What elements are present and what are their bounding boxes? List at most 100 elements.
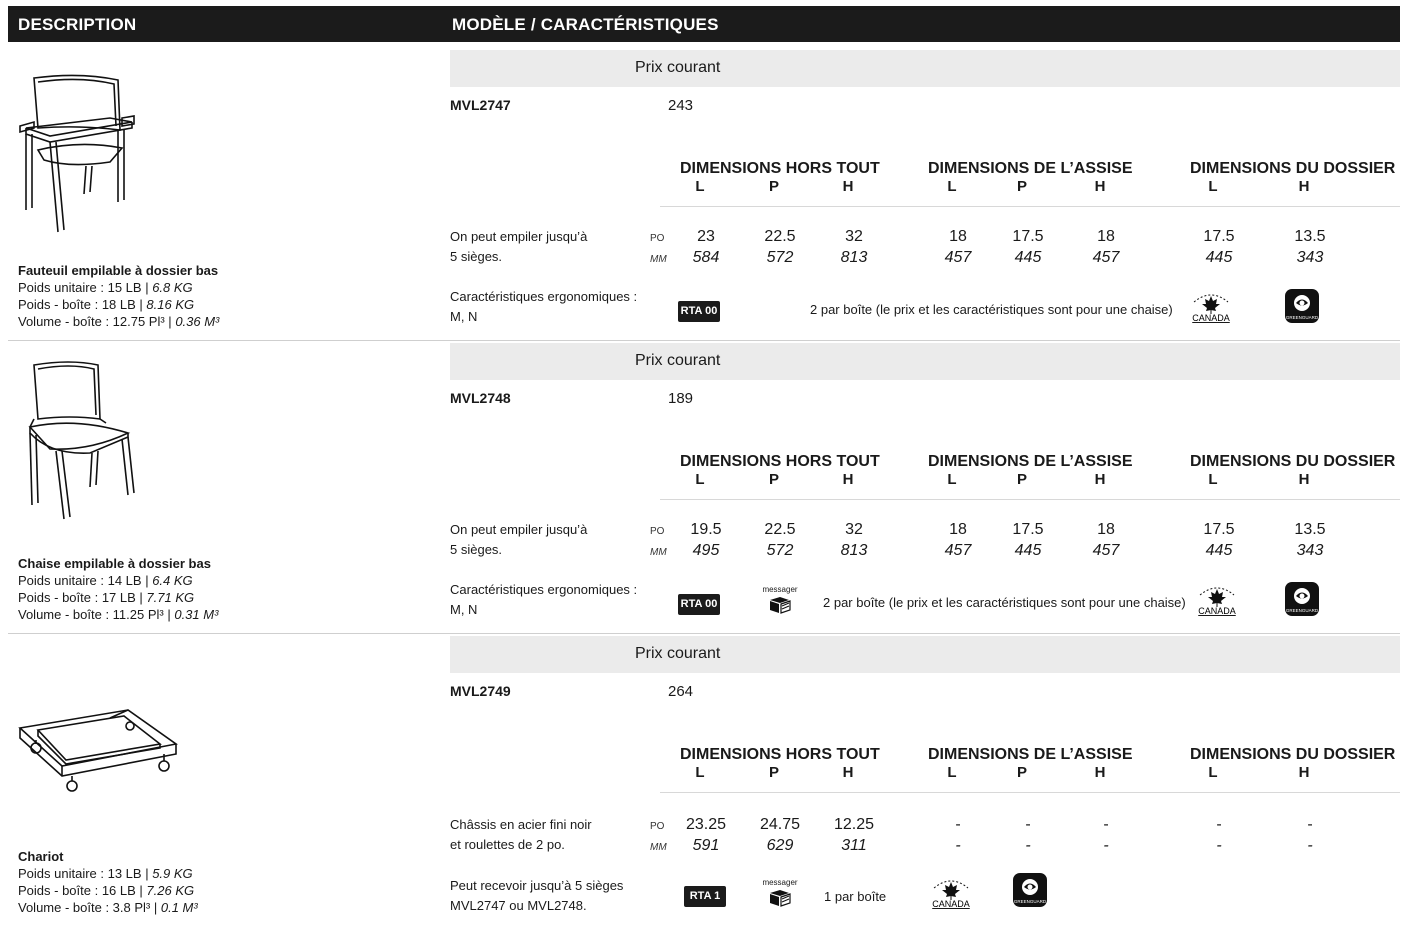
dim-value: 18 457	[1076, 519, 1136, 561]
price-header: Prix courant	[450, 636, 1400, 673]
units-label: PO MM	[650, 521, 667, 563]
capacity-line-2: MVL2747 ou MVL2748.	[450, 898, 587, 913]
po-value: -	[955, 816, 961, 833]
note-line-2: 5 sièges.	[450, 249, 503, 264]
mm-value: 813	[840, 542, 868, 559]
product-name: Chaise empilable à dossier bas	[18, 556, 211, 571]
group-seat: DIMENSIONS DE L’ASSISE	[928, 746, 1133, 763]
armchair-image	[19, 74, 135, 233]
unit-mm: MM	[650, 254, 667, 265]
mm-value: 445	[1014, 249, 1042, 266]
ergonomic-note: Caractéristiques ergonomiques : M, N	[450, 287, 637, 327]
col-h: H	[1298, 471, 1310, 488]
po-value: 13.5	[1294, 228, 1326, 245]
ergo-line-2: M, N	[450, 602, 478, 617]
mm-value: 457	[944, 249, 972, 266]
dim-value: 18 457	[1076, 226, 1136, 268]
dim-value: 32 813	[824, 519, 884, 561]
group-back: DIMENSIONS DU DOSSIER	[1190, 746, 1396, 763]
messenger-shipping: messager	[760, 878, 800, 909]
mm-value: 813	[840, 249, 868, 266]
canada-text: CANADA	[1198, 606, 1236, 616]
dim-value: --	[1076, 814, 1136, 856]
dim-value: 13.5 343	[1280, 226, 1340, 268]
po-value: 17.5	[1012, 521, 1044, 538]
mm-value: 445	[1205, 542, 1233, 559]
greenguard-text: GREENGUARD	[1014, 899, 1047, 904]
box-note: 2 par boîte (le prix et les caractéristi…	[810, 302, 1173, 317]
made-in-canada-icon: CANADA	[1198, 587, 1236, 616]
col-p: P	[1016, 178, 1027, 195]
po-value: 18	[1097, 521, 1115, 538]
unit-mm: MM	[650, 842, 667, 853]
unit-mm: MM	[650, 547, 667, 558]
dim-value: 17.5 445	[1189, 519, 1249, 561]
group-overall: DIMENSIONS HORS TOUT	[680, 160, 880, 177]
ergo-line-2: M, N	[450, 309, 478, 324]
capacity-line-1: Peut recevoir jusqu’à 5 sièges	[450, 878, 624, 893]
model-number: MVL2749	[450, 683, 511, 699]
col-h: H	[1094, 764, 1106, 781]
rta-badge: RTA 00	[678, 594, 720, 615]
box-weight: Poids - boîte : 18 LB |	[18, 297, 143, 312]
mm-value: 343	[1296, 542, 1324, 559]
dim-value: --	[928, 814, 988, 856]
price-label: Prix courant	[635, 352, 721, 369]
mm-value: 457	[1092, 249, 1120, 266]
po-value: 18	[949, 228, 967, 245]
po-value: 23	[697, 228, 715, 245]
dim-value: 23 584	[676, 226, 736, 268]
mm-value: 629	[766, 837, 794, 854]
po-value: 18	[949, 521, 967, 538]
box-volume: Volume - boîte : 3.8 Pl³ |	[18, 900, 158, 915]
dim-value: 24.75 629	[750, 814, 810, 856]
col-h: H	[1298, 764, 1310, 781]
header-bar: DESCRIPTION MODÈLE / CARACTÉRISTIQUES	[8, 6, 1400, 42]
mm-value: 572	[766, 542, 794, 559]
po-value: 32	[845, 521, 863, 538]
divider-line	[660, 499, 1400, 500]
product-name: Fauteuil empilable à dossier bas	[18, 263, 219, 278]
section-divider	[8, 633, 1400, 634]
group-back: DIMENSIONS DU DOSSIER	[1190, 160, 1396, 177]
col-l: L	[1208, 764, 1218, 781]
box-volume-m: 0.1 M³	[160, 900, 198, 915]
unit-weight: Poids unitaire : 14 LB |	[18, 573, 149, 588]
box-note: 1 par boîte	[824, 889, 887, 904]
capacity-note: Peut recevoir jusqu’à 5 sièges MVL2747 o…	[450, 876, 623, 916]
section-divider	[8, 340, 1400, 341]
greenguard-icon: GREENGUARD	[1285, 289, 1319, 323]
units-label: PO MM	[650, 228, 667, 270]
made-in-canada-icon: CANADA	[932, 880, 970, 909]
group-back: DIMENSIONS DU DOSSIER	[1190, 453, 1396, 470]
col-l: L	[947, 178, 957, 195]
po-value: 18	[1097, 228, 1115, 245]
col-l: L	[695, 764, 705, 781]
box-icon	[770, 597, 791, 614]
greenguard-text: GREENGUARD	[1286, 608, 1319, 613]
canada-text: CANADA	[932, 899, 970, 909]
unit-weight-kg: 6.4 KG	[152, 573, 193, 588]
box-volume-m: 0.31 M³	[174, 607, 219, 622]
mm-value: 591	[692, 837, 720, 854]
po-value: 22.5	[764, 521, 796, 538]
dim-value: 18 457	[928, 226, 988, 268]
po-value: 24.75	[759, 816, 801, 833]
dim-value: 22.5 572	[750, 226, 810, 268]
box-weight: Poids - boîte : 16 LB |	[18, 883, 143, 898]
po-value: 17.5	[1203, 228, 1235, 245]
col-l: L	[947, 471, 957, 488]
product-row-1: Fauteuil empilable à dossier bas Poids u…	[8, 50, 1400, 340]
po-value: -	[1216, 816, 1222, 833]
box-note: 2 par boîte (le prix et les caractéristi…	[823, 595, 1186, 610]
price-header: Prix courant	[450, 50, 1400, 87]
box-weight: Poids - boîte : 17 LB |	[18, 590, 143, 605]
side-chair-image	[28, 361, 135, 520]
divider-line	[660, 792, 1400, 793]
po-value: 12.25	[833, 816, 875, 833]
dim-value: 12.25 311	[824, 814, 884, 856]
po-value: 13.5	[1294, 521, 1326, 538]
mm-value: 445	[1205, 249, 1233, 266]
mm-value: 495	[692, 542, 720, 559]
note-line-1: On peut empiler jusqu’à	[450, 229, 588, 244]
